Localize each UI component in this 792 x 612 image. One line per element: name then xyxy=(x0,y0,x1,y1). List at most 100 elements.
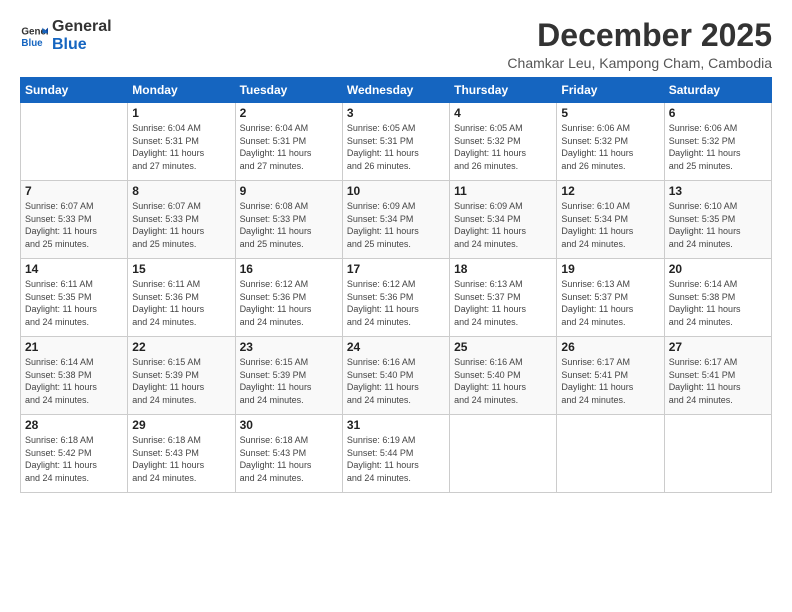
calendar-week-3: 14 Sunrise: 6:11 AM Sunset: 5:35 PM Dayli… xyxy=(21,259,772,337)
table-row: 25Sunrise: 6:16 AM Sunset: 5:40 PM Dayli… xyxy=(450,337,557,415)
table-row: 7Sunrise: 6:07 AM Sunset: 5:33 PM Daylig… xyxy=(21,181,128,259)
table-row: 18Sunrise: 6:13 AM Sunset: 5:37 PM Dayli… xyxy=(450,259,557,337)
day-number: 28 xyxy=(25,418,123,432)
calendar-table: Sunday Monday Tuesday Wednesday Thursday… xyxy=(20,77,772,493)
table-row: 5Sunrise: 6:06 AM Sunset: 5:32 PM Daylig… xyxy=(557,103,664,181)
day-info: Sunrise: 6:15 AM Sunset: 5:39 PM Dayligh… xyxy=(240,356,338,406)
col-sunday: Sunday xyxy=(21,78,128,103)
day-info: Sunrise: 6:05 AM Sunset: 5:31 PM Dayligh… xyxy=(347,122,445,172)
day-number: 12 xyxy=(561,184,659,198)
title-area: December 2025 Chamkar Leu, Kampong Cham,… xyxy=(507,18,772,71)
day-number: 5 xyxy=(561,106,659,120)
day-info: Sunrise: 6:15 AM Sunset: 5:39 PM Dayligh… xyxy=(132,356,230,406)
month-title: December 2025 xyxy=(507,18,772,53)
day-info: Sunrise: 6:17 AM Sunset: 5:41 PM Dayligh… xyxy=(669,356,767,406)
day-info: Sunrise: 6:07 AM Sunset: 5:33 PM Dayligh… xyxy=(25,200,123,250)
day-number: 6 xyxy=(669,106,767,120)
table-row xyxy=(450,415,557,493)
table-row: 8 Sunrise: 6:07 AM Sunset: 5:33 PM Daylig… xyxy=(128,181,235,259)
day-info: Sunrise: 6:17 AM Sunset: 5:41 PM Dayligh… xyxy=(561,356,659,406)
day-info: Sunrise: 6:12 AM Sunset: 5:36 PM Dayligh… xyxy=(240,278,338,328)
day-info: Sunrise: 6:16 AM Sunset: 5:40 PM Dayligh… xyxy=(454,356,552,406)
logo-icon: General Blue xyxy=(20,22,48,50)
day-info: Sunrise: 6:14 AM Sunset: 5:38 PM Dayligh… xyxy=(669,278,767,328)
table-row: 14 Sunrise: 6:11 AM Sunset: 5:35 PM Dayli… xyxy=(21,259,128,337)
table-row: 28 Sunrise: 6:18 AM Sunset: 5:42 PM Dayli… xyxy=(21,415,128,493)
logo-blue: Blue xyxy=(52,36,112,54)
day-info: Sunrise: 6:04 AM Sunset: 5:31 PM Dayligh… xyxy=(132,122,230,172)
svg-text:Blue: Blue xyxy=(21,37,43,48)
day-number: 11 xyxy=(454,184,552,198)
day-number: 9 xyxy=(240,184,338,198)
calendar-week-4: 21 Sunrise: 6:14 AM Sunset: 5:38 PM Dayli… xyxy=(21,337,772,415)
day-info: Sunrise: 6:19 AM Sunset: 5:44 PM Dayligh… xyxy=(347,434,445,484)
subtitle: Chamkar Leu, Kampong Cham, Cambodia xyxy=(507,55,772,71)
table-row: 30Sunrise: 6:18 AM Sunset: 5:43 PM Dayli… xyxy=(235,415,342,493)
day-number: 3 xyxy=(347,106,445,120)
day-number: 15 xyxy=(132,262,230,276)
day-number: 22 xyxy=(132,340,230,354)
day-number: 30 xyxy=(240,418,338,432)
day-number: 27 xyxy=(669,340,767,354)
col-saturday: Saturday xyxy=(664,78,771,103)
day-number: 1 xyxy=(132,106,230,120)
header: General Blue General Blue December 2025 … xyxy=(20,18,772,71)
calendar-week-1: 1 Sunrise: 6:04 AM Sunset: 5:31 PM Daylig… xyxy=(21,103,772,181)
day-info: Sunrise: 6:05 AM Sunset: 5:32 PM Dayligh… xyxy=(454,122,552,172)
day-info: Sunrise: 6:14 AM Sunset: 5:38 PM Dayligh… xyxy=(25,356,123,406)
table-row: 4 Sunrise: 6:05 AM Sunset: 5:32 PM Daylig… xyxy=(450,103,557,181)
col-wednesday: Wednesday xyxy=(342,78,449,103)
table-row: 19Sunrise: 6:13 AM Sunset: 5:37 PM Dayli… xyxy=(557,259,664,337)
table-row: 23 Sunrise: 6:15 AM Sunset: 5:39 PM Dayli… xyxy=(235,337,342,415)
day-number: 10 xyxy=(347,184,445,198)
table-row xyxy=(21,103,128,181)
table-row: 3 Sunrise: 6:05 AM Sunset: 5:31 PM Daylig… xyxy=(342,103,449,181)
col-friday: Friday xyxy=(557,78,664,103)
day-info: Sunrise: 6:09 AM Sunset: 5:34 PM Dayligh… xyxy=(454,200,552,250)
table-row: 22 Sunrise: 6:15 AM Sunset: 5:39 PM Dayli… xyxy=(128,337,235,415)
day-info: Sunrise: 6:04 AM Sunset: 5:31 PM Dayligh… xyxy=(240,122,338,172)
calendar-header-row: Sunday Monday Tuesday Wednesday Thursday… xyxy=(21,78,772,103)
day-info: Sunrise: 6:16 AM Sunset: 5:40 PM Dayligh… xyxy=(347,356,445,406)
day-info: Sunrise: 6:11 AM Sunset: 5:36 PM Dayligh… xyxy=(132,278,230,328)
day-info: Sunrise: 6:10 AM Sunset: 5:35 PM Dayligh… xyxy=(669,200,767,250)
table-row: 27 Sunrise: 6:17 AM Sunset: 5:41 PM Dayli… xyxy=(664,337,771,415)
logo: General Blue General Blue xyxy=(20,18,112,53)
day-info: Sunrise: 6:11 AM Sunset: 5:35 PM Dayligh… xyxy=(25,278,123,328)
table-row: 29 Sunrise: 6:18 AM Sunset: 5:43 PM Dayli… xyxy=(128,415,235,493)
day-info: Sunrise: 6:18 AM Sunset: 5:42 PM Dayligh… xyxy=(25,434,123,484)
day-number: 23 xyxy=(240,340,338,354)
col-thursday: Thursday xyxy=(450,78,557,103)
day-number: 13 xyxy=(669,184,767,198)
calendar-week-2: 7Sunrise: 6:07 AM Sunset: 5:33 PM Daylig… xyxy=(21,181,772,259)
day-number: 4 xyxy=(454,106,552,120)
day-info: Sunrise: 6:09 AM Sunset: 5:34 PM Dayligh… xyxy=(347,200,445,250)
table-row: 15 Sunrise: 6:11 AM Sunset: 5:36 PM Dayli… xyxy=(128,259,235,337)
day-number: 29 xyxy=(132,418,230,432)
day-number: 21 xyxy=(25,340,123,354)
table-row: 12Sunrise: 6:10 AM Sunset: 5:34 PM Dayli… xyxy=(557,181,664,259)
day-info: Sunrise: 6:06 AM Sunset: 5:32 PM Dayligh… xyxy=(669,122,767,172)
day-number: 26 xyxy=(561,340,659,354)
day-info: Sunrise: 6:18 AM Sunset: 5:43 PM Dayligh… xyxy=(132,434,230,484)
day-number: 14 xyxy=(25,262,123,276)
day-info: Sunrise: 6:07 AM Sunset: 5:33 PM Dayligh… xyxy=(132,200,230,250)
col-monday: Monday xyxy=(128,78,235,103)
table-row: 2Sunrise: 6:04 AM Sunset: 5:31 PM Daylig… xyxy=(235,103,342,181)
table-row: 17Sunrise: 6:12 AM Sunset: 5:36 PM Dayli… xyxy=(342,259,449,337)
calendar-week-5: 28 Sunrise: 6:18 AM Sunset: 5:42 PM Dayli… xyxy=(21,415,772,493)
day-number: 8 xyxy=(132,184,230,198)
day-number: 20 xyxy=(669,262,767,276)
table-row: 24 Sunrise: 6:16 AM Sunset: 5:40 PM Dayli… xyxy=(342,337,449,415)
table-row: 10 Sunrise: 6:09 AM Sunset: 5:34 PM Dayli… xyxy=(342,181,449,259)
day-info: Sunrise: 6:08 AM Sunset: 5:33 PM Dayligh… xyxy=(240,200,338,250)
day-number: 16 xyxy=(240,262,338,276)
table-row: 6 Sunrise: 6:06 AM Sunset: 5:32 PM Daylig… xyxy=(664,103,771,181)
day-info: Sunrise: 6:12 AM Sunset: 5:36 PM Dayligh… xyxy=(347,278,445,328)
day-number: 18 xyxy=(454,262,552,276)
table-row: 11 Sunrise: 6:09 AM Sunset: 5:34 PM Dayli… xyxy=(450,181,557,259)
day-number: 31 xyxy=(347,418,445,432)
table-row: 26 Sunrise: 6:17 AM Sunset: 5:41 PM Dayli… xyxy=(557,337,664,415)
table-row: 1 Sunrise: 6:04 AM Sunset: 5:31 PM Daylig… xyxy=(128,103,235,181)
day-number: 24 xyxy=(347,340,445,354)
